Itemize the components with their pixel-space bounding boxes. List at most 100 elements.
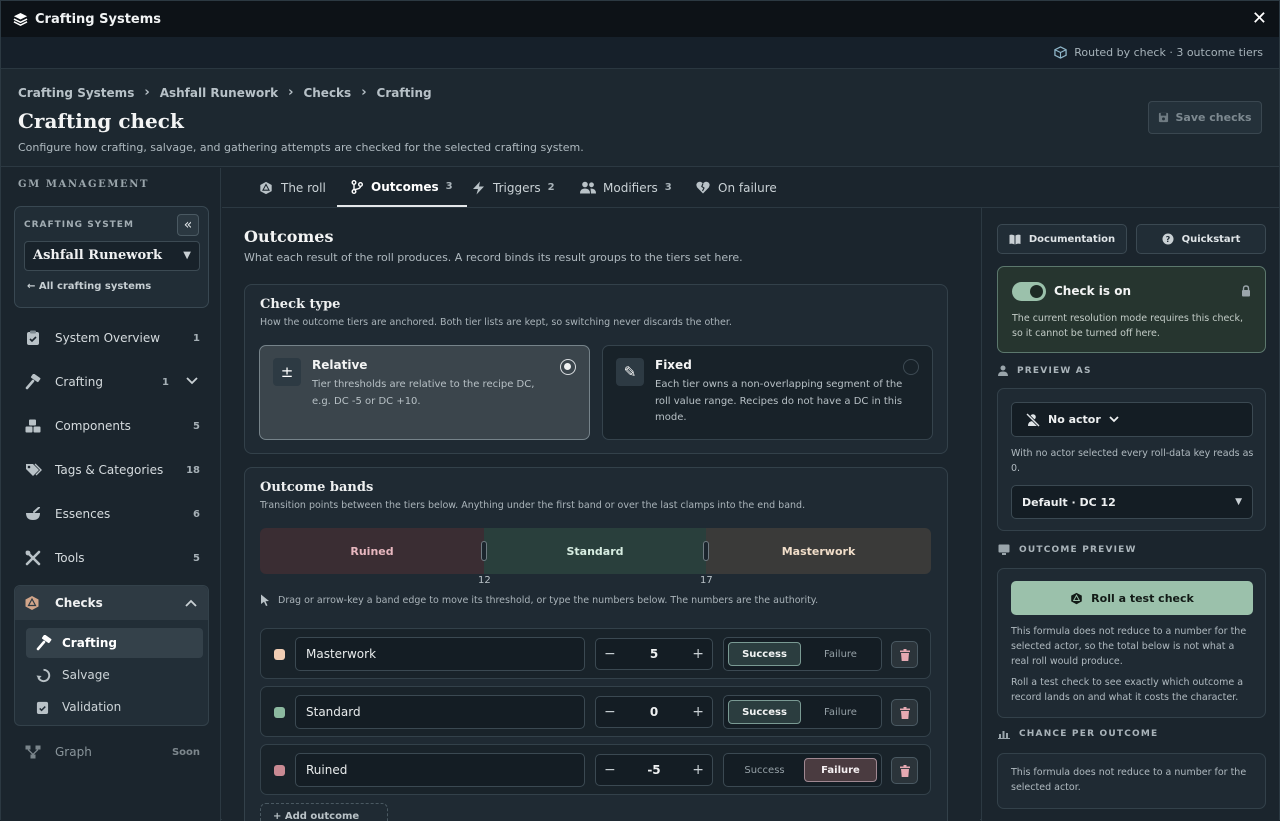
sidebar-item-components[interactable]: Components 5: [14, 409, 209, 443]
outcome-tier-row: Ruined − -5 + Success Failure: [260, 744, 931, 795]
sidebar-subitem-label: Salvage: [62, 668, 110, 682]
outcome-bands-card: Outcome bands Transition points between …: [244, 467, 948, 821]
hammer-icon: [36, 635, 54, 651]
sidebar-item-count: 18: [186, 464, 200, 476]
check-type-option-relative[interactable]: ± Relative Tier thresholds are relative …: [259, 345, 590, 440]
documentation-button[interactable]: Documentation: [997, 224, 1127, 254]
tier-name-input[interactable]: Ruined: [295, 753, 585, 787]
sidebar-subitem-validation[interactable]: Validation: [26, 692, 203, 722]
delete-tier-button[interactable]: [891, 757, 918, 784]
tier-offset-value[interactable]: 5: [650, 647, 658, 661]
result-toggle: Success Failure: [723, 695, 882, 729]
breadcrumb-separator-icon: ›: [144, 85, 150, 100]
breadcrumb-item[interactable]: Crafting: [377, 86, 432, 100]
band-edge-handle[interactable]: [481, 541, 487, 561]
crafting-system-label: CRAFTING SYSTEM: [24, 220, 134, 230]
close-icon[interactable]: ✕: [1252, 9, 1267, 29]
tier-offset-stepper: − -5 +: [595, 754, 713, 786]
sidebar-item-label: Essences: [55, 507, 111, 521]
save-checks-label: Save checks: [1175, 111, 1252, 124]
pointer-icon: [261, 594, 269, 606]
tools-icon: [24, 549, 42, 567]
chevron-down-icon[interactable]: [186, 377, 198, 385]
crafting-system-select[interactable]: Ashfall Runework ▼: [24, 241, 200, 271]
sidebar-item-tools[interactable]: Tools 5: [14, 541, 209, 575]
clipboard-icon: [24, 329, 42, 347]
minus-icon[interactable]: −: [604, 646, 616, 662]
sidebar-item-crafting[interactable]: Crafting 1: [14, 365, 209, 399]
actor-select[interactable]: No actor: [1011, 402, 1253, 437]
failure-toggle[interactable]: Failure: [804, 758, 877, 782]
plus-icon[interactable]: +: [692, 646, 704, 662]
minus-icon[interactable]: −: [604, 704, 616, 720]
success-toggle[interactable]: Success: [728, 758, 801, 782]
add-outcome-tier-button[interactable]: + Add outcome tier: [260, 803, 388, 821]
breadcrumb-item[interactable]: Ashfall Runework: [160, 86, 278, 100]
sidebar-item-essences[interactable]: Essences 6: [14, 497, 209, 531]
tab-triggers[interactable]: Triggers 2: [472, 168, 555, 207]
failure-toggle[interactable]: Failure: [804, 642, 877, 666]
dc-select[interactable]: Default · DC 12 ▼: [1011, 485, 1253, 519]
check-type-option-fixed[interactable]: ✎ Fixed Each tier owns a non-overlapping…: [602, 345, 933, 440]
success-toggle[interactable]: Success: [728, 642, 801, 666]
chance-per-outcome-heading: CHANCE PER OUTCOME: [998, 729, 1158, 739]
route-status-text: Routed by check · 3 outcome tiers: [1074, 46, 1263, 59]
check-type-card: Check type How the outcome tiers are anc…: [244, 284, 948, 454]
tier-name-input[interactable]: Masterwork: [295, 637, 585, 671]
tier-offset-value[interactable]: -5: [647, 763, 660, 777]
chance-per-outcome-label: CHANCE PER OUTCOME: [1019, 729, 1159, 739]
sidebar-subitem-label: Validation: [62, 700, 122, 714]
result-toggle: Success Failure: [723, 637, 882, 671]
delete-tier-button[interactable]: [891, 699, 918, 726]
no-user-icon: [1026, 412, 1040, 427]
sidebar-item-label: Graph: [55, 745, 92, 759]
band-segment-standard[interactable]: Standard: [484, 528, 706, 574]
sidebar-subitem-crafting[interactable]: Crafting: [26, 628, 203, 658]
route-status-bar: Routed by check · 3 outcome tiers: [1, 37, 1279, 69]
tags-icon: [24, 461, 42, 479]
chevron-down-icon: [1109, 416, 1119, 423]
bar-chart-icon: [998, 731, 1010, 739]
quickstart-button[interactable]: ? Quickstart: [1136, 224, 1266, 254]
success-toggle[interactable]: Success: [728, 700, 801, 724]
tier-offset-value[interactable]: 0: [650, 705, 658, 719]
radio-selected[interactable]: [560, 359, 576, 375]
boxes-icon: [24, 417, 42, 435]
minus-icon[interactable]: −: [604, 762, 616, 778]
tier-name-input[interactable]: Standard: [295, 695, 585, 729]
band-segment-ruined[interactable]: Ruined: [260, 528, 484, 574]
breadcrumb-item[interactable]: Checks: [303, 86, 351, 100]
plus-icon[interactable]: +: [692, 762, 704, 778]
tab-modifiers[interactable]: Modifiers 3: [580, 168, 672, 207]
actor-selected: No actor: [1048, 413, 1101, 426]
radio-unselected[interactable]: [903, 359, 919, 375]
band-hint-text: Drag or arrow-key a band edge to move it…: [278, 594, 819, 606]
sidebar-item-system-overview[interactable]: System Overview 1: [14, 321, 209, 355]
sidebar-item-checks[interactable]: Checks: [15, 586, 208, 620]
roll-test-check-button[interactable]: Roll a test check: [1011, 581, 1253, 615]
failure-toggle[interactable]: Failure: [804, 700, 877, 724]
save-checks-button[interactable]: Save checks: [1148, 101, 1262, 134]
tier-color-swatch[interactable]: [274, 765, 285, 776]
sidebar-item-label: Components: [55, 419, 131, 433]
graph-icon: [24, 743, 42, 761]
tier-offset-stepper: − 5 +: [595, 638, 713, 670]
tab-outcomes[interactable]: Outcomes 3: [337, 168, 467, 207]
tab-the-roll[interactable]: The roll: [259, 168, 326, 207]
ruler-pencil-icon: ✎: [616, 358, 644, 386]
sidebar-item-tags-categories[interactable]: Tags & Categories 18: [14, 453, 209, 487]
delete-tier-button[interactable]: [891, 641, 918, 668]
band-segment-masterwork[interactable]: Masterwork: [706, 528, 931, 574]
chevron-up-icon[interactable]: [185, 599, 197, 607]
plus-icon[interactable]: +: [692, 704, 704, 720]
tier-color-swatch[interactable]: [274, 649, 285, 660]
window-title: Crafting Systems: [35, 11, 162, 27]
collapse-sidebar-icon[interactable]: «: [177, 214, 199, 236]
all-crafting-systems-link[interactable]: ← All crafting systems: [27, 281, 151, 292]
tier-color-swatch[interactable]: [274, 707, 285, 718]
sidebar-subitem-salvage[interactable]: Salvage: [26, 660, 203, 690]
option-name: Fixed: [655, 358, 692, 372]
breadcrumb-item[interactable]: Crafting Systems: [18, 86, 134, 100]
band-edge-handle[interactable]: [703, 541, 709, 561]
tab-on-failure[interactable]: On failure: [696, 168, 777, 207]
